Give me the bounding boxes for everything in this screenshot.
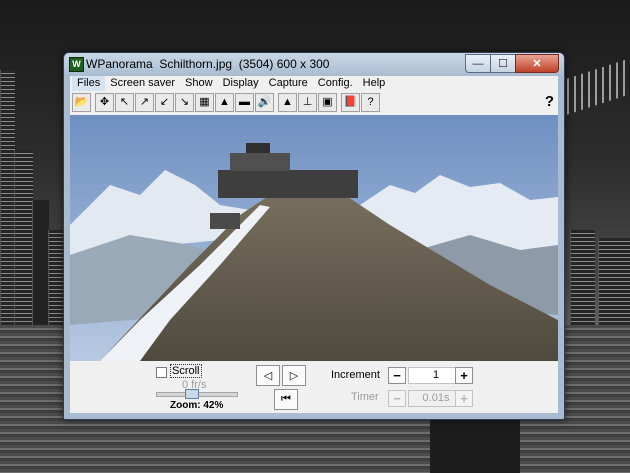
antenna-top bbox=[246, 143, 270, 153]
scroll-left-right-icon[interactable]: ✥ bbox=[95, 92, 114, 112]
sound-icon[interactable]: 🔊 bbox=[255, 92, 274, 112]
bridge bbox=[560, 55, 630, 117]
panorama-image bbox=[70, 115, 558, 361]
skyscraper bbox=[14, 150, 33, 325]
previous-button[interactable]: ◁ bbox=[256, 365, 280, 386]
window-fit-icon[interactable]: ▣ bbox=[318, 92, 337, 112]
title-bar[interactable]: W WPanorama Schilthorn.jpg (3504) 600 x … bbox=[64, 53, 564, 75]
increment-label: Increment bbox=[331, 369, 380, 381]
info-icon[interactable]: ? bbox=[361, 92, 380, 112]
control-panel: Scroll 0 fr/s Zoom: 42% ◁ ▷ ⏮ Increment … bbox=[70, 361, 558, 413]
timer-minus-button[interactable]: − bbox=[388, 390, 406, 407]
increment-plus-button[interactable]: + bbox=[455, 367, 473, 384]
scroll-left-up-icon[interactable]: ↖ bbox=[115, 92, 134, 112]
help-question-icon[interactable]: ? bbox=[545, 93, 554, 110]
scroll-label[interactable]: Scroll bbox=[170, 364, 202, 378]
timer-label: Timer bbox=[351, 391, 379, 403]
maximize-button[interactable]: ☐ bbox=[490, 54, 516, 73]
skyscraper bbox=[48, 230, 63, 325]
menu-files[interactable]: Files bbox=[72, 76, 106, 91]
menu-capture[interactable]: Capture bbox=[264, 76, 313, 91]
scroll-right-down-icon[interactable]: ↘ bbox=[175, 92, 194, 112]
next-button[interactable]: ▷ bbox=[282, 365, 306, 386]
zoom-slider-thumb[interactable] bbox=[185, 389, 199, 399]
landscape-fit-icon[interactable]: ▦ bbox=[195, 92, 214, 112]
scroll-checkbox[interactable] bbox=[156, 367, 167, 378]
menu-display[interactable]: Display bbox=[218, 76, 264, 91]
menu-config[interactable]: Config. bbox=[313, 76, 358, 91]
scroll-right-up-icon[interactable]: ↗ bbox=[135, 92, 154, 112]
panorama-strip-icon[interactable]: ▬ bbox=[235, 92, 254, 112]
scroll-left-down-icon[interactable]: ↙ bbox=[155, 92, 174, 112]
toolbar: 📂 ✥ ↖ ↗ ↙ ↘ ▦ ▲ ▬ 🔊 ▲ ⊥ ▣ 📕 ? ? bbox=[70, 91, 558, 113]
summit-restaurant bbox=[218, 170, 358, 198]
panorama-viewport[interactable] bbox=[70, 115, 558, 361]
wpanorama-window: W WPanorama Schilthorn.jpg (3504) 600 x … bbox=[63, 52, 565, 420]
lower-building bbox=[210, 213, 240, 229]
window-title: WPanorama Schilthorn.jpg (3504) 600 x 30… bbox=[86, 57, 330, 71]
book-icon[interactable]: 📕 bbox=[341, 92, 360, 112]
open-folder-icon[interactable]: 📂 bbox=[72, 92, 91, 112]
landscape-icon[interactable]: ▲ bbox=[215, 92, 234, 112]
app-icon[interactable]: W bbox=[69, 57, 84, 72]
menu-help[interactable]: Help bbox=[358, 76, 391, 91]
menu-show[interactable]: Show bbox=[180, 76, 218, 91]
menu-bar: Files Screen saver Show Display Capture … bbox=[70, 76, 558, 91]
timer-plus-button[interactable]: + bbox=[455, 390, 473, 407]
skyscraper bbox=[598, 238, 630, 325]
skyscraper bbox=[570, 230, 595, 325]
first-button[interactable]: ⏮ bbox=[274, 389, 298, 410]
tripod-icon[interactable]: ⊥ bbox=[298, 92, 317, 112]
minimize-button[interactable]: — bbox=[465, 54, 491, 73]
menu-screen-saver[interactable]: Screen saver bbox=[105, 76, 180, 91]
zoom-text: Zoom: 42% bbox=[170, 400, 224, 411]
client-area: Files Screen saver Show Display Capture … bbox=[70, 76, 558, 413]
increment-minus-button[interactable]: − bbox=[388, 367, 406, 384]
skyscraper bbox=[0, 70, 15, 325]
skyscraper bbox=[32, 200, 49, 325]
upper-level bbox=[230, 153, 290, 171]
close-button[interactable]: ✕ bbox=[515, 54, 559, 73]
mountain-dark-icon[interactable]: ▲ bbox=[278, 92, 297, 112]
